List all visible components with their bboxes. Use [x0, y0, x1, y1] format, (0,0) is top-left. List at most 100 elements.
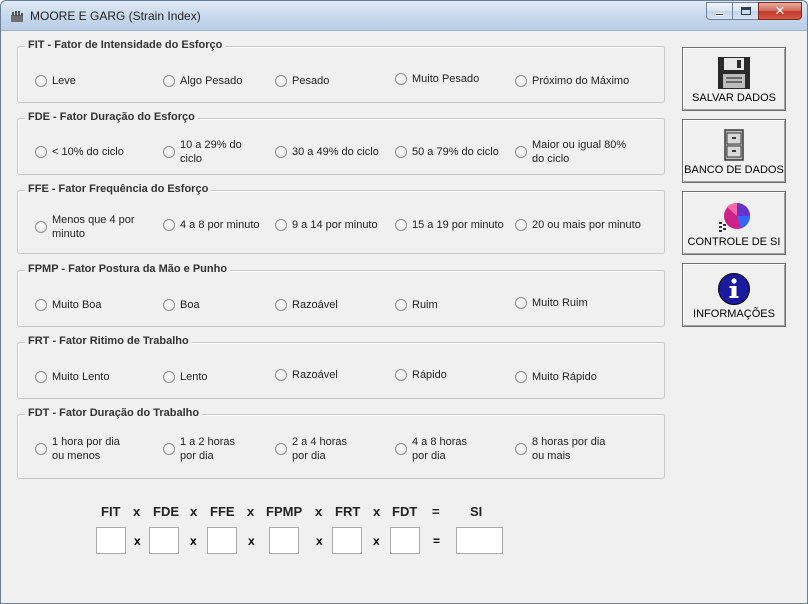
radio-option[interactable]: 1 a 2 horas por dia — [163, 435, 235, 463]
radio-option[interactable]: Razoável — [275, 298, 338, 312]
radio-option[interactable]: Boa — [163, 298, 200, 312]
radio-button[interactable] — [395, 73, 407, 85]
maximize-button[interactable] — [732, 2, 758, 20]
radio-label: Razoável — [292, 299, 338, 311]
radio-option[interactable]: Muito Ruim — [515, 296, 588, 310]
close-button[interactable]: ✕ — [758, 2, 802, 20]
database-button[interactable]: BANCO DE DADOS — [682, 119, 786, 183]
radio-button[interactable] — [275, 369, 287, 381]
radio-label: Pesado — [292, 75, 330, 87]
fde-value-field[interactable] — [149, 527, 179, 554]
information-button[interactable]: INFORMAÇÕES — [682, 263, 786, 327]
radio-option[interactable]: 9 a 14 por minuto — [275, 218, 378, 232]
radio-option[interactable]: 1 hora por dia ou menos — [35, 435, 120, 463]
radio-option[interactable]: Muito Lento — [35, 370, 109, 384]
radio-option[interactable]: 50 a 79% do ciclo — [395, 145, 499, 159]
radio-label: Muito Pesado — [412, 73, 480, 85]
radio-label: Boa — [180, 299, 200, 311]
radio-label: Lento — [180, 371, 208, 383]
radio-option[interactable]: 10 a 29% do ciclo — [163, 138, 242, 166]
radio-button[interactable] — [515, 75, 527, 87]
radio-label: 10 a 29% do ciclo — [180, 139, 242, 165]
radio-option[interactable]: Leve — [35, 74, 76, 88]
radio-button[interactable] — [275, 219, 287, 231]
radio-button[interactable] — [395, 369, 407, 381]
radio-button[interactable] — [395, 299, 407, 311]
fde-formula-label: FDE — [153, 504, 179, 519]
radio-button[interactable] — [515, 297, 527, 309]
radio-button[interactable] — [275, 75, 287, 87]
radio-button[interactable] — [275, 146, 287, 158]
radio-option[interactable]: 20 ou mais por minuto — [515, 218, 641, 232]
fpmp-value-field[interactable] — [269, 527, 299, 554]
radio-button[interactable] — [275, 299, 287, 311]
group-title: FIT - Fator de Intensidade do Esforço — [25, 39, 226, 51]
radio-option[interactable]: Pesado — [275, 74, 329, 88]
radio-button[interactable] — [515, 219, 527, 231]
radio-option[interactable]: Algo Pesado — [163, 74, 242, 88]
window-title: MOORE E GARG (Strain Index) — [30, 9, 201, 23]
radio-button[interactable] — [515, 443, 527, 455]
information-label: INFORMAÇÕES — [693, 308, 775, 320]
radio-option[interactable]: Próximo do Máximo — [515, 74, 629, 88]
radio-button[interactable] — [163, 146, 175, 158]
radio-button[interactable] — [515, 146, 527, 158]
radio-option[interactable]: 4 a 8 por minuto — [163, 218, 260, 232]
radio-button[interactable] — [35, 443, 47, 455]
radio-option[interactable]: Maior ou igual 80% do ciclo — [515, 138, 626, 166]
radio-option[interactable]: 30 a 49% do ciclo — [275, 145, 379, 159]
frt-value-field[interactable] — [332, 527, 362, 554]
save-data-button[interactable]: SALVAR DADOS — [682, 47, 786, 111]
radio-button[interactable] — [163, 443, 175, 455]
si-result-field[interactable] — [456, 527, 503, 554]
radio-option[interactable]: < 10% do ciclo — [35, 145, 124, 159]
fpmp-formula-label: FPMP — [266, 504, 303, 519]
radio-option[interactable]: Muito Rápido — [515, 370, 597, 384]
radio-option[interactable]: 2 a 4 horas por dia — [275, 435, 347, 463]
radio-option[interactable]: Muito Pesado — [395, 72, 479, 86]
radio-button[interactable] — [35, 371, 47, 383]
si-formula-label: SI — [470, 504, 483, 519]
radio-button[interactable] — [163, 371, 175, 383]
radio-button[interactable] — [275, 443, 287, 455]
radio-button[interactable] — [395, 146, 407, 158]
radio-button[interactable] — [35, 75, 47, 87]
radio-label: < 10% do ciclo — [52, 146, 124, 158]
radio-label: 4 a 8 por minuto — [180, 219, 260, 231]
fdt-formula-label: FDT — [392, 504, 418, 519]
si-control-button[interactable]: CONTROLE DE SI — [682, 191, 786, 255]
radio-option[interactable]: 8 horas por dia ou mais — [515, 435, 605, 463]
info-icon — [718, 273, 750, 305]
radio-button[interactable] — [163, 75, 175, 87]
radio-option[interactable]: 4 a 8 horas por dia — [395, 435, 467, 463]
radio-button[interactable] — [395, 219, 407, 231]
minimize-button[interactable] — [706, 2, 732, 20]
radio-button[interactable] — [35, 146, 47, 158]
radio-option[interactable]: Lento — [163, 370, 208, 384]
radio-option[interactable]: Menos que 4 por minuto — [35, 213, 135, 241]
radio-button[interactable] — [35, 299, 47, 311]
title-bar[interactable]: MOORE E GARG (Strain Index) ✕ — [1, 1, 807, 31]
radio-label: 8 horas por dia ou mais — [532, 436, 606, 462]
database-label: BANCO DE DADOS — [684, 164, 784, 176]
radio-option[interactable]: Razoável — [275, 368, 338, 382]
group-ffe: FFE - Fator Frequência do Esforço Menos … — [17, 183, 665, 254]
fit-value-field[interactable] — [96, 527, 126, 554]
radio-label: 4 a 8 horas por dia — [412, 436, 468, 462]
radio-label: 1 hora por dia ou menos — [52, 436, 120, 462]
radio-label: Leve — [52, 75, 76, 87]
radio-option[interactable]: Muito Boa — [35, 298, 102, 312]
radio-label: 30 a 49% do ciclo — [292, 146, 379, 158]
radio-button[interactable] — [163, 299, 175, 311]
radio-label: 9 a 14 por minuto — [292, 219, 378, 231]
radio-button[interactable] — [35, 221, 47, 233]
radio-button[interactable] — [163, 219, 175, 231]
radio-label: Muito Lento — [52, 371, 110, 383]
fdt-value-field[interactable] — [390, 527, 420, 554]
radio-button[interactable] — [395, 443, 407, 455]
radio-option[interactable]: 15 a 19 por minuto — [395, 218, 504, 232]
radio-option[interactable]: Rápido — [395, 368, 447, 382]
radio-option[interactable]: Ruim — [395, 298, 438, 312]
radio-button[interactable] — [515, 371, 527, 383]
ffe-value-field[interactable] — [207, 527, 237, 554]
